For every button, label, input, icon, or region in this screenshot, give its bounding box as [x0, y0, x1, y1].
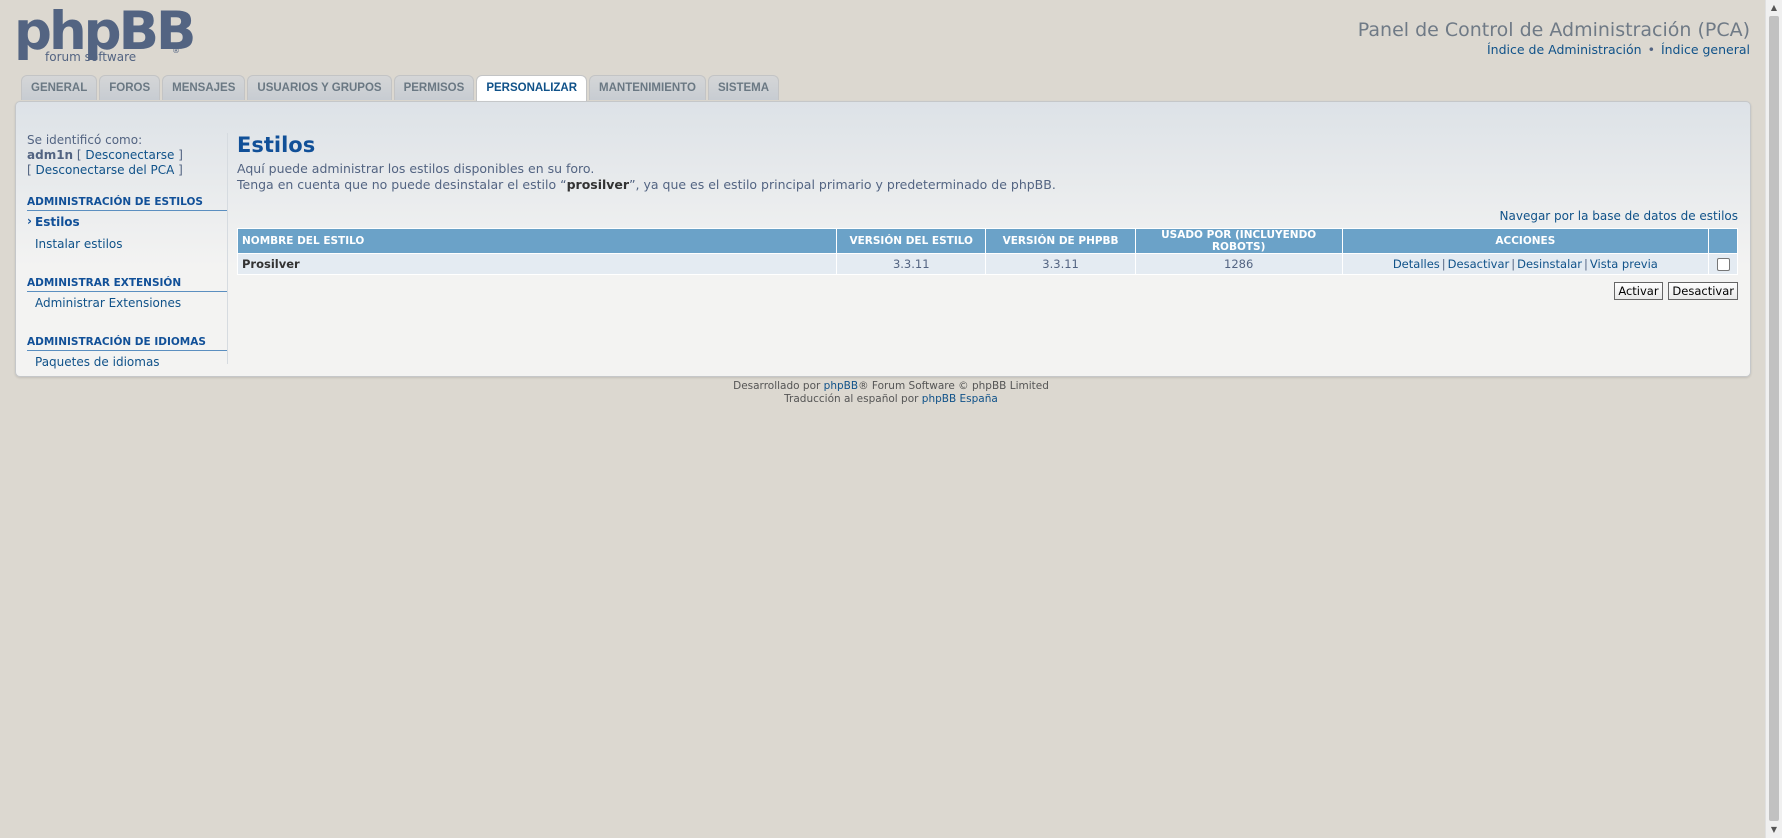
details-link[interactable]: Detalles	[1393, 257, 1440, 271]
description-line-1: Aquí puede administrar los estilos dispo…	[237, 161, 595, 176]
tab-users-groups[interactable]: USUARIOS Y GRUPOS	[247, 75, 392, 100]
tab-posting[interactable]: MENSAJES	[162, 75, 246, 100]
menu-header-languages: ADMINISTRACIÓN DE IDIOMAS	[27, 336, 227, 351]
footer-line-1: Desarrollado por phpBB® Forum Software ©…	[733, 380, 1049, 392]
col-style-name: NOMBRE DEL ESTILO	[238, 229, 837, 253]
phpbb-logo[interactable]: phpBB forum software ®	[14, 2, 196, 68]
footer-line-2: Traducción al español por phpBB España	[784, 393, 998, 405]
style-name: Prosilver	[238, 254, 837, 274]
browse-styles-db-link[interactable]: Navegar por la base de datos de estilos	[1500, 209, 1738, 223]
sidebar-item-install-styles[interactable]: Instalar estilos	[27, 233, 227, 255]
board-index-link[interactable]: Índice general	[1661, 42, 1750, 57]
scroll-up-arrow-icon[interactable]: ▲	[1766, 0, 1782, 16]
phpbb-link[interactable]: phpBB	[824, 380, 858, 392]
sidebar-item-manage-extensions[interactable]: Administrar Extensiones	[27, 292, 227, 314]
uninstall-link[interactable]: Desinstalar	[1517, 257, 1582, 271]
deactivate-link[interactable]: Desactivar	[1448, 257, 1510, 271]
phpbb-version: 3.3.11	[986, 254, 1135, 274]
tab-general[interactable]: GENERAL	[21, 75, 98, 100]
login-info: Se identificó como: adm1n [ Desconectars…	[27, 133, 227, 178]
action-buttons: Activar Desactivar	[237, 282, 1738, 300]
sidebar: Se identificó como: adm1n [ Desconectars…	[27, 133, 228, 369]
phpbb-spain-link[interactable]: phpBB España	[922, 393, 998, 405]
footer: Desarrollado por phpBB® Forum Software ©…	[0, 380, 1782, 406]
deactivate-button[interactable]: Desactivar	[1668, 282, 1738, 300]
activate-button[interactable]: Activar	[1614, 282, 1663, 300]
link-separator: •	[1647, 42, 1655, 57]
logout-link[interactable]: Desconectarse	[85, 148, 174, 162]
vertical-scrollbar[interactable]: ▲ ▼	[1765, 0, 1782, 838]
menu-header-extensions: ADMINISTRAR EXTENSIÓN	[27, 277, 227, 292]
col-used-by: USADO POR (INCLUYENDO ROBOTS)	[1135, 229, 1342, 253]
page-description: Aquí puede administrar los estilos dispo…	[237, 161, 1738, 193]
table-row: Prosilver 3.3.11 3.3.11 1286 Detalles | De…	[238, 254, 1737, 274]
styles-table: NOMBRE DEL ESTILO VERSIÓN DEL ESTILO VER…	[237, 228, 1738, 275]
main-tabs: GENERAL FOROS MENSAJES USUARIOS Y GRUPOS…	[21, 75, 781, 102]
col-phpbb-version: VERSIÓN DE PHPBB	[986, 229, 1135, 253]
logo-registered-mark: ®	[172, 46, 180, 55]
tab-system[interactable]: SISTEMA	[707, 75, 780, 100]
sidebar-item-styles[interactable]: Estilos	[27, 211, 227, 233]
table-header-row: NOMBRE DEL ESTILO VERSIÓN DEL ESTILO VER…	[238, 229, 1737, 253]
description-line-2: Tenga en cuenta que no puede desinstalar…	[237, 177, 1056, 192]
tab-forums[interactable]: FOROS	[99, 75, 161, 100]
style-version: 3.3.11	[837, 254, 986, 274]
username: adm1n	[27, 148, 74, 162]
header-links: Índice de Administración • Índice genera…	[1487, 42, 1750, 57]
col-select	[1709, 229, 1737, 253]
col-style-version: VERSIÓN DEL ESTILO	[837, 229, 986, 253]
default-style-name: prosilver	[566, 177, 630, 192]
sidebar-item-language-packs[interactable]: Paquetes de idiomas	[27, 351, 227, 373]
logged-as-label: Se identificó como:	[27, 133, 143, 147]
style-checkbox[interactable]	[1716, 258, 1730, 271]
tab-customise[interactable]: PERSONALIZAR	[476, 75, 588, 102]
preview-link[interactable]: Vista previa	[1590, 257, 1658, 271]
scroll-down-arrow-icon[interactable]: ▼	[1766, 822, 1782, 838]
admin-index-link[interactable]: Índice de Administración	[1487, 42, 1642, 57]
logout-acp-link[interactable]: Desconectarse del PCA	[36, 163, 175, 177]
logo-subtext: forum software	[45, 50, 137, 64]
col-actions: ACCIONES	[1342, 229, 1709, 253]
select-cell	[1709, 254, 1737, 274]
tab-maintenance[interactable]: MANTENIMIENTO	[589, 75, 706, 100]
used-by-count: 1286	[1135, 254, 1342, 274]
main-panel: Se identificó como: adm1n [ Desconectars…	[15, 101, 1751, 377]
page-title: Estilos	[237, 133, 316, 157]
tab-permissions[interactable]: PERMISOS	[393, 75, 475, 100]
actions-cell: Detalles | Desactivar | Desinstalar | Vista pr…	[1342, 254, 1709, 274]
menu-header-styles: ADMINISTRACIÓN DE ESTILOS	[27, 196, 227, 211]
page-header-title: Panel de Control de Administración (PCA)	[1357, 19, 1750, 41]
main-content: Estilos Aquí puede administrar los estil…	[237, 133, 1738, 300]
scroll-thumb[interactable]	[1769, 16, 1779, 821]
